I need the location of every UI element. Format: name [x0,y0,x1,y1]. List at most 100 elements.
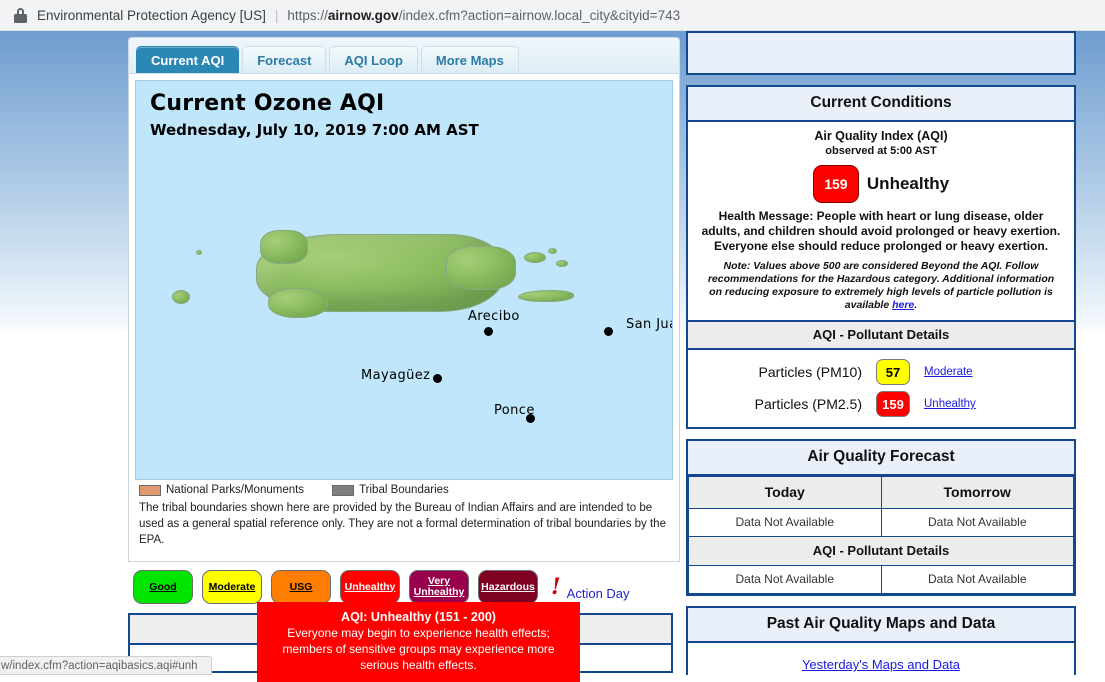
tab-aqi-loop[interactable]: AQI Loop [329,46,418,73]
action-day-group[interactable]: ! Action Day [551,574,630,601]
aqi-beyond-note: Note: Values above 500 are considered Be… [696,260,1066,312]
aqi-value-badge: 159 [812,165,859,203]
map-legend-note: The tribal boundaries shown here are pro… [139,502,666,546]
aqi-index-label: Air Quality Index (AQI) [814,129,948,143]
aqi-pill-hazardous-label: Hazardous [481,580,535,593]
city-marker-mayaguez [433,374,442,383]
city-label-ponce: Ponce [494,403,535,418]
tab-current-aqi[interactable]: Current AQI [136,46,240,73]
city-marker-arecibo [484,327,493,336]
island-desecheo [196,250,202,255]
url-text: https://airnow.gov/index.cfm?action=airn… [287,8,680,23]
aqi-pill-usg[interactable]: USG [271,570,331,604]
url-path: /index.cfm?action=airnow.local_city&city… [398,7,681,23]
past-maps-heading: Past Air Quality Maps and Data [688,608,1074,643]
pollutant-category-pm10[interactable]: Moderate [924,366,973,378]
address-bar[interactable]: Environmental Protection Agency [US] | h… [14,3,1085,27]
legend-label-tribal: Tribal Boundaries [359,484,449,496]
aqi-observed-time: observed at 5:00 AST [825,145,937,157]
island-east-lobe [446,246,516,290]
forecast-pollutant-header-row: AQI - Pollutant Details [688,536,1074,566]
top-placeholder-card [686,31,1076,75]
aqi-value-row: 159 Unhealthy [696,165,1066,203]
tab-bar: Current AQI Forecast AQI Loop More Maps [128,37,680,73]
url-domain: airnow.gov [327,7,399,23]
forecast-header-row: Today Tomorrow [688,476,1074,509]
city-label-san-juan: San Juan [626,317,672,332]
aqi-health-message: Health Message: People with heart or lun… [701,209,1061,253]
page-viewport: Current AQI Forecast AQI Loop More Maps … [0,31,1105,675]
tab-forecast[interactable]: Forecast [242,46,327,73]
forecast-pollutant-value-row: Data Not Available Data Not Available [688,565,1074,594]
aqi-pill-moderate-label: Moderate [208,580,256,593]
past-maps-card: Past Air Quality Maps and Data Yesterday… [686,606,1076,675]
site-identity-label: Environmental Protection Agency [US] [37,7,266,23]
map-panel: Current Ozone AQI Wednesday, July 10, 20… [128,73,680,562]
tab-more-maps[interactable]: More Maps [420,46,519,73]
city-marker-san-juan [604,327,613,336]
map-timestamp: Wednesday, July 10, 2019 7:00 AM AST [150,121,479,139]
aqi-note-here-link[interactable]: here [892,299,914,311]
forecast-pollutant-tomorrow: Data Not Available [880,565,1074,594]
map-column: Current AQI Forecast AQI Loop More Maps … [128,37,680,673]
pollutant-details-heading: AQI - Pollutant Details [688,320,1074,350]
forecast-col-tomorrow: Tomorrow [880,476,1074,509]
omnibox-separator: | [274,7,279,23]
legend-swatch-tribal [332,484,355,496]
island-culebra-islet [548,248,557,254]
forecast-pollutant-today: Data Not Available [688,565,882,594]
legend-label-parks: National Parks/Monuments [166,484,305,496]
pollutant-details-list: Particles (PM10) 57 Moderate Particles (… [688,350,1074,427]
aqi-category-legend: Good Moderate USG Unhealthy Very Unhealth… [128,570,680,604]
past-maps-links: Yesterday's Maps and Data Air Quality Ma… [688,643,1074,675]
aqi-pill-unhealthy[interactable]: Unhealthy [340,570,400,604]
aqi-pill-moderate[interactable]: Moderate [202,570,262,604]
pollutant-value-pm25: 159 [876,391,910,417]
current-conditions-body: Air Quality Index (AQI) observed at 5:00… [688,122,1074,320]
pollutant-row-pm10: Particles (PM10) 57 Moderate [688,356,1074,388]
island-st-thomas [556,260,568,267]
link-status-bubble: w/index.cfm?action=aqibasics.aqi#unh [0,656,212,675]
aqi-unhealthy-tooltip: AQI: Unhealthy (151 - 200) Everyone may … [257,602,580,682]
aqi-note-period: . [914,299,918,311]
past-maps-row-yesterday: Yesterday's Maps and Data [688,653,1074,675]
aqi-pill-good[interactable]: Good [133,570,193,604]
island-mona [172,290,190,304]
aqi-pill-hazardous[interactable]: Hazardous [478,570,538,604]
aqi-pill-good-label: Good [149,580,177,593]
aqi-pill-unhealthy-label: Unhealthy [344,580,396,593]
current-conditions-heading: Current Conditions [688,87,1074,122]
city-label-mayaguez: Mayagüez [361,368,431,383]
city-label-arecibo: Arecibo [468,309,520,324]
sidebar-column: Current Conditions Air Quality Index (AQ… [686,31,1076,675]
aqi-map[interactable]: Current Ozone AQI Wednesday, July 10, 20… [135,80,673,480]
pollutant-row-pm25: Particles (PM2.5) 159 Unhealthy [688,388,1074,420]
forecast-table: Today Tomorrow Data Not Available Data N… [688,476,1074,594]
aqi-pill-very-unhealthy[interactable]: Very Unhealthy [409,570,469,604]
aqi-pill-very-unhealthy-label: Very Unhealthy [413,575,465,598]
island-vieques [518,290,574,302]
pollutant-value-pm10: 57 [876,359,910,385]
island-culebra [524,252,546,263]
pollutant-name-pm25: Particles (PM2.5) [754,396,862,412]
exclamation-icon: ! [551,574,561,600]
forecast-col-today: Today [688,476,882,509]
lock-icon[interactable] [14,7,27,23]
yesterdays-maps-link[interactable]: Yesterday's Maps and Data [802,657,960,672]
forecast-value-tomorrow: Data Not Available [880,508,1074,537]
map-legend: National Parks/Monuments Tribal Boundari… [135,480,673,498]
pollutant-category-pm25[interactable]: Unhealthy [924,398,976,410]
forecast-pollutant-heading: AQI - Pollutant Details [688,536,1074,566]
action-day-label: Action Day [566,585,630,601]
forecast-value-today: Data Not Available [688,508,882,537]
air-quality-forecast-card: Air Quality Forecast Today Tomorrow Data… [686,439,1076,596]
tooltip-title: AQI: Unhealthy (151 - 200) [341,610,496,624]
legend-swatch-parks [139,484,161,496]
island-southwest-lobe [268,288,328,318]
map-title: Current Ozone AQI [150,91,385,116]
island-northwest-lobe [260,230,308,264]
aqi-note-text: Note: Values above 500 are considered Be… [707,260,1055,311]
aqi-category-label: Unhealthy [866,174,950,193]
current-conditions-card: Current Conditions Air Quality Index (AQ… [686,85,1076,429]
aqi-pill-usg-label: USG [289,580,313,593]
